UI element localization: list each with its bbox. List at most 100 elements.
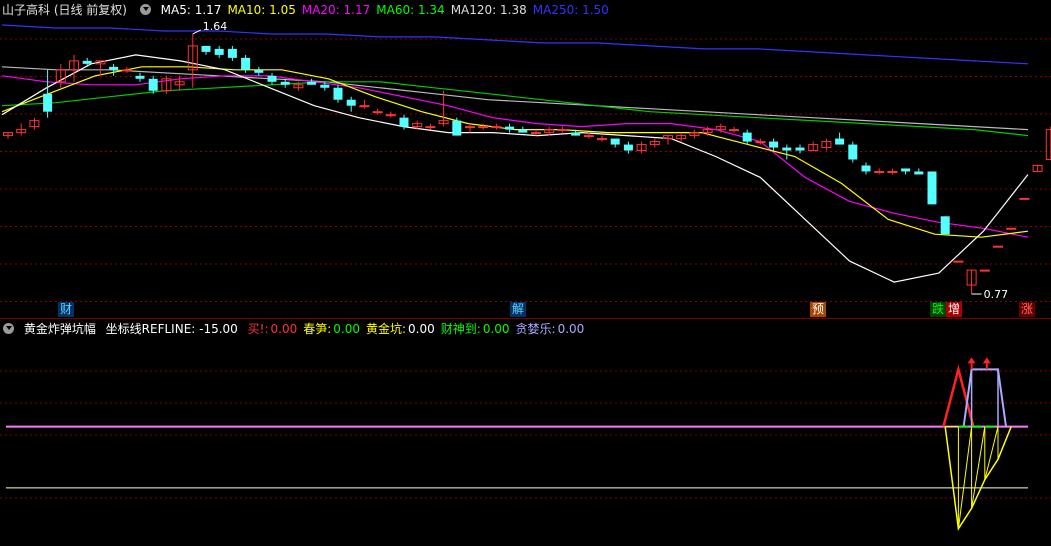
stock-title: 山子高科 (日线 前复权) [2,3,127,17]
low-price-label: 0.77 [984,288,1009,301]
candle-body [465,126,475,129]
indicator-field-label: 买!: [247,322,269,336]
candle-body [610,138,620,145]
price-panel: 山子高科 (日线 前复权) MA5: 1.17 MA10: 1.05 MA20: 1… [0,0,1051,317]
settings-dropdown-icon[interactable] [139,4,151,15]
refline-label: 坐标线REFLINE: -15.00 [105,322,238,336]
candlestick-chart[interactable]: 1.64 0.77 [0,0,1051,317]
ma-legend-item: MA60: 1.34 [376,3,445,17]
indicator-field-value: 0.00 [270,322,298,336]
candle-body [201,45,211,52]
candle-body [425,126,436,129]
candle-body [874,170,885,173]
candle-body [121,69,132,72]
candle-body [491,126,502,129]
indicator-fields: 买!: 0.00 春笋: 0.00 黄金坑: 0.00 财神到: 0.00 贪婪乐: 0.00 [248,322,591,336]
candle-body [1045,129,1051,161]
indicator-title: 黄金炸弹坑幅 [23,322,96,336]
candle-body [307,81,317,85]
candle-body [333,87,343,100]
candle-body [914,171,924,175]
buy-peak [942,364,975,427]
indicator-field-value: 0.00 [482,322,510,336]
event-marker[interactable]: 增 [946,302,963,317]
golden-pit-line [944,426,1012,531]
candle-body [597,138,607,141]
candle-body [979,269,990,272]
ma-line-ma20 [1,75,1029,238]
candle-body [267,75,277,82]
candle-body [399,117,409,127]
candle-body [953,260,964,263]
price-legend: 山子高科 (日线 前复权) MA5: 1.17 MA10: 1.05 MA20: 1… [0,0,621,20]
candle-body [583,135,594,138]
indicator-dropdown-icon[interactable] [3,323,14,334]
candle-body [1006,227,1017,230]
candle-body [359,105,370,108]
candle-body [452,120,462,136]
indicator-field-label: 春笋: [303,322,332,336]
indicator-field-label: 贪婪乐: [515,322,556,336]
golden-pit-hatch [957,426,973,529]
candle-body [623,144,633,151]
up-arrow-icon [982,357,991,364]
candle-body [729,129,739,132]
candle-body [835,138,845,145]
candle-body [43,93,53,112]
candle-body [755,141,766,144]
ma-legend-list: MA5: 1.17 MA10: 1.05 MA20: 1.17 MA60: 1.34 M… [161,3,615,17]
candle-body [135,75,145,79]
up-arrow-icon [967,357,976,364]
golden-pit-hatch [971,426,986,509]
candle-body [227,48,237,58]
candle-body [742,132,752,142]
high-price-label: 1.64 [203,20,228,33]
candle-body [782,147,792,151]
indicator-field-value: 0.00 [333,322,360,336]
golden-pit-hatch [997,426,1012,460]
candle-body [214,48,224,55]
event-marker[interactable]: 涨 [1019,302,1036,317]
candle-body [478,126,489,129]
indicator-field-label: 黄金坑: [366,322,407,336]
candle-body [241,57,251,70]
candle-body [280,81,290,85]
candle-body [848,144,858,160]
candle-body [795,147,805,151]
ma-legend-item: MA20: 1.17 [301,3,371,17]
candle-body [505,126,515,130]
ma-legend-item: MA5: 1.17 [160,3,222,17]
ma-legend-item: MA250: 1.50 [532,3,609,17]
event-marker[interactable]: 财 [58,302,75,317]
event-marker[interactable]: 预 [810,302,827,317]
candle-body [518,129,528,133]
indicator-legend: 黄金炸弹坑幅 坐标线REFLINE: -15.00 买!: 0.00 春笋: 0.00… [0,319,596,339]
candle-body [372,111,383,114]
candle-body [254,69,264,73]
indicator-chart[interactable] [0,319,1051,546]
candle-body [385,114,396,117]
candle-body [769,141,779,148]
candle-body [861,165,871,172]
indicator-field-value: 0.00 [408,322,435,336]
candle-body [571,132,581,136]
candle-body [346,99,356,106]
event-marker[interactable]: 解 [510,302,527,317]
event-marker[interactable]: 跌 [930,302,947,317]
candle-body [901,168,911,172]
candle-body [1019,197,1030,200]
candle-body [320,84,330,88]
indicator-field-value: 0.00 [557,322,585,336]
candle-body [940,216,950,235]
candle-body [531,132,541,135]
ma-legend-item: MA120: 1.38 [450,3,527,17]
candle-body [557,129,568,132]
ma-legend-item: MA10: 1.05 [227,3,296,17]
candle-body [82,60,92,64]
indicator-panel: 黄金炸弹坑幅 坐标线REFLINE: -15.00 买!: 0.00 春笋: 0.00… [0,318,1051,546]
candle-body [927,171,937,205]
candle-body [887,170,898,173]
candle-body [993,245,1003,248]
candle-body [148,78,158,91]
indicator-field-label: 财神到: [440,322,481,336]
